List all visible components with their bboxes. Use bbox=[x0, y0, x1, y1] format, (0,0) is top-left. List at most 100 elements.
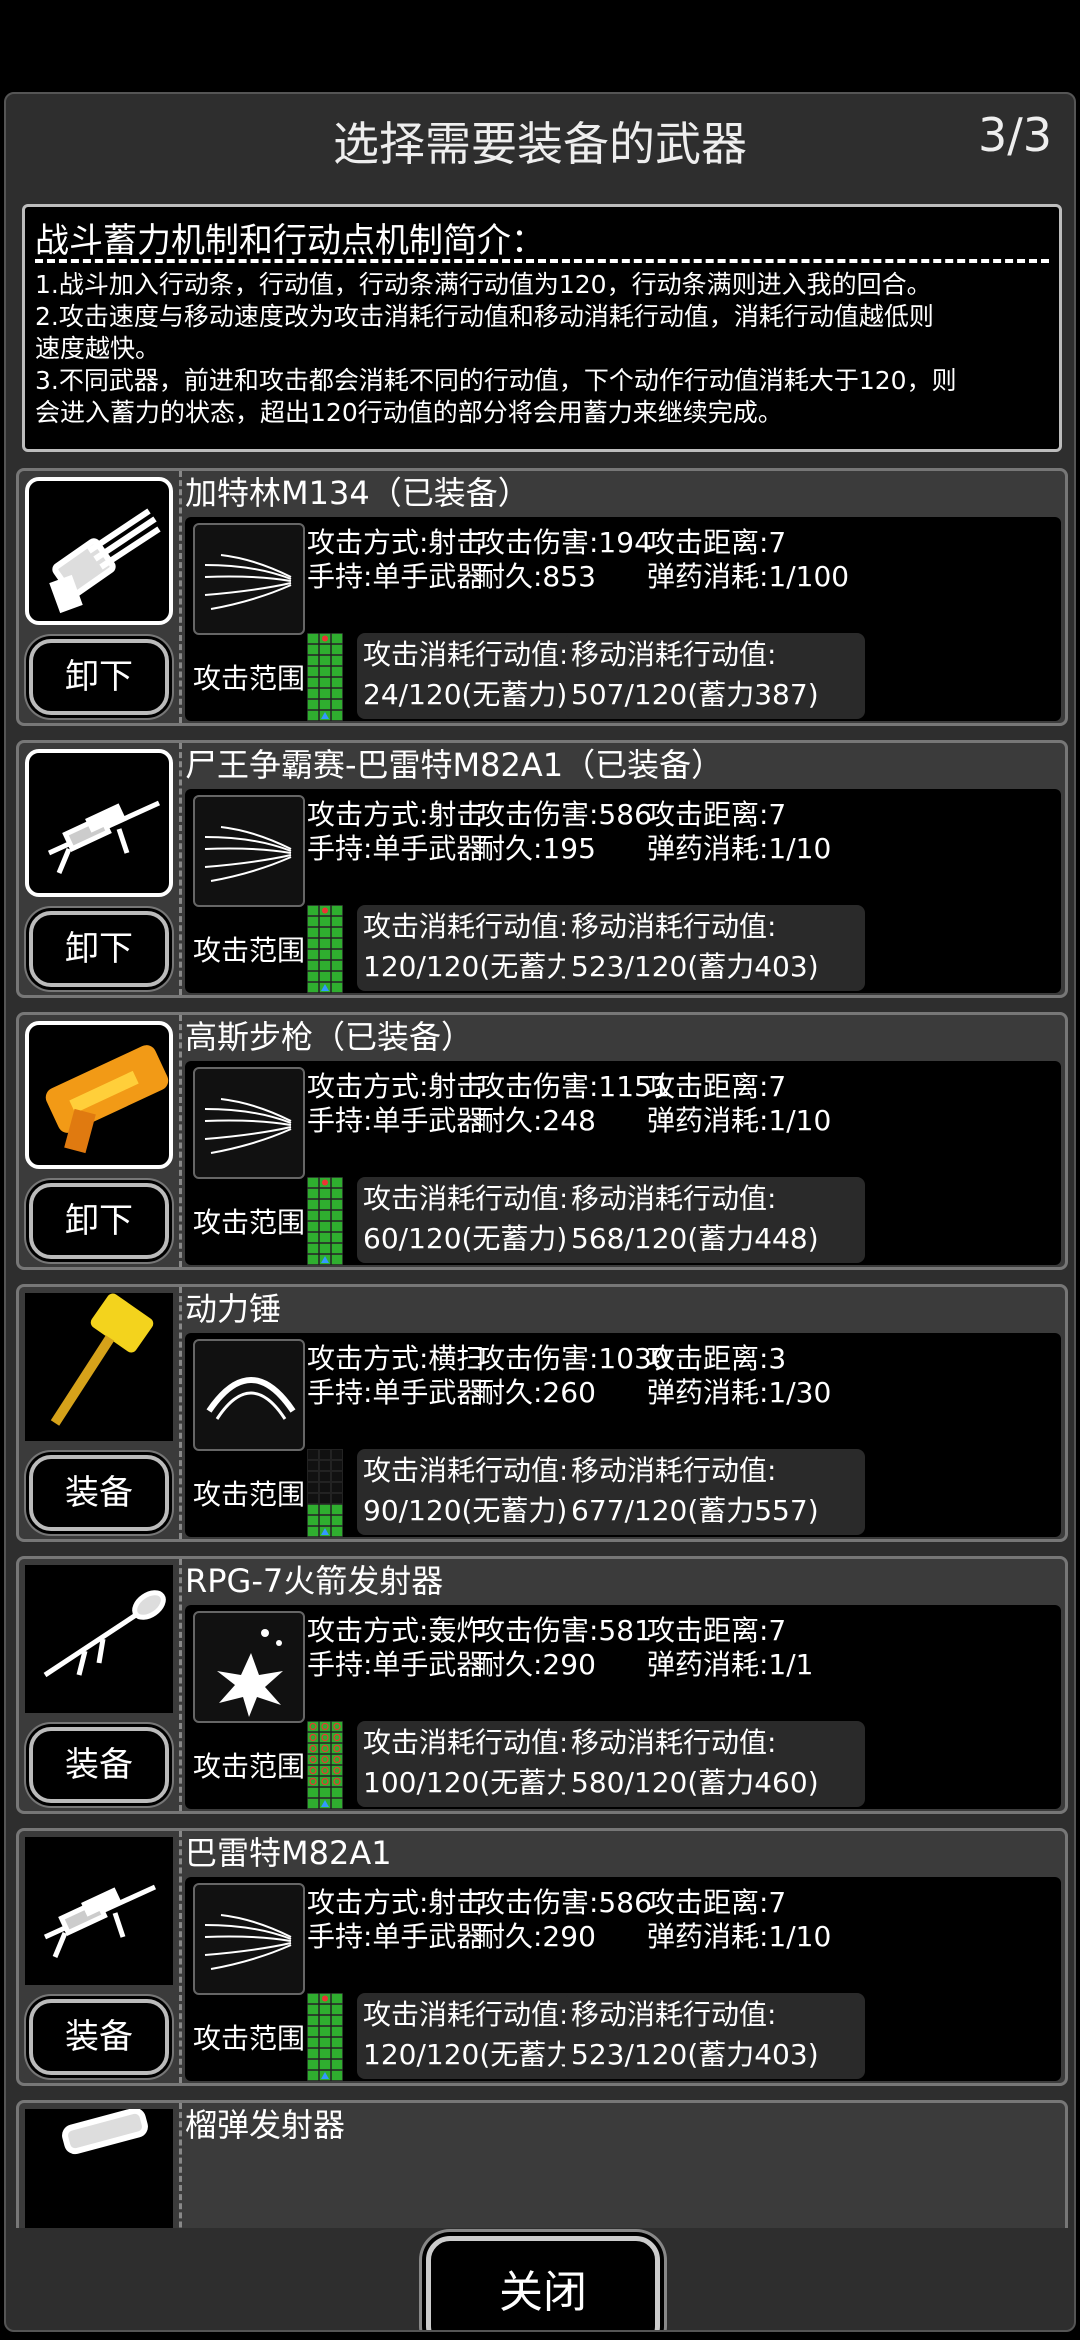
weapon-item[interactable]: 卸下 尸王争霸赛-巴雷特M82A1（已装备） 攻击方式:射击 攻击伤害:586 … bbox=[16, 740, 1068, 998]
range-label: 攻击范围: bbox=[193, 1206, 315, 1239]
attack-skill-box bbox=[193, 1067, 305, 1179]
move-cost-value: 523/120(蓄力403) bbox=[571, 2038, 819, 2071]
attack-skill-box bbox=[193, 523, 305, 635]
range-grid bbox=[307, 1177, 343, 1265]
weapon-stats: 攻击方式:射击 攻击伤害:1151 攻击距离:7 手持:单手武器 耐久:248 … bbox=[185, 1061, 1061, 1265]
weapon-icon-box[interactable] bbox=[25, 477, 173, 625]
shoot-icon bbox=[204, 826, 292, 882]
weapon-icon-box[interactable] bbox=[25, 749, 173, 897]
divider bbox=[179, 1831, 182, 2083]
ammo-cost: 弹药消耗:1/10 bbox=[647, 1920, 832, 1953]
grenade-launcher-icon bbox=[62, 2109, 148, 2155]
equip-button[interactable]: 装备 bbox=[29, 1999, 169, 2075]
durability: 耐久:248 bbox=[477, 1104, 596, 1137]
weapon-icon-box[interactable] bbox=[25, 1021, 173, 1169]
divider bbox=[179, 1559, 182, 1811]
intro-line: 3.不同武器，前进和攻击都会消耗不同的行动值，下个动作行动值消耗大于120，则 bbox=[35, 366, 957, 395]
intro-title: 战斗蓄力机制和行动点机制简介： bbox=[35, 221, 545, 261]
hold-type: 手持:单手武器 bbox=[307, 832, 485, 865]
ammo-cost: 弹药消耗:1/100 bbox=[647, 560, 850, 593]
intro-line: 会进入蓄力的状态，超出120行动值的部分将会用蓄力来继续完成。 bbox=[35, 398, 783, 427]
equip-button[interactable]: 装备 bbox=[29, 1455, 169, 1531]
weapon-item[interactable]: 装备 动力锤 攻击方式:横扫 攻击伤害:1030 攻击距离:3 手持:单手武器 … bbox=[16, 1284, 1068, 1542]
weapon-icon-box[interactable] bbox=[25, 1837, 173, 1985]
move-cost-value: 507/120(蓄力387) bbox=[571, 678, 819, 711]
weapon-name: 加特林M134（已装备） bbox=[185, 474, 530, 512]
divider bbox=[179, 1287, 182, 1539]
weapon-stats: 攻击方式:射击 攻击伤害:586 攻击距离:7 手持:单手武器 耐久:290 弹… bbox=[185, 1877, 1061, 2081]
move-cost-box: 移动消耗行动值: 523/120(蓄力403) bbox=[565, 905, 865, 991]
dialog-header: 选择需要装备的武器 3/3 bbox=[6, 94, 1074, 184]
move-cost-title: 移动消耗行动值: bbox=[571, 1726, 777, 1759]
intro-line: 1.战斗加入行动条，行动值，行动条满行动值为120，行动条满则进入我的回合。 bbox=[35, 270, 932, 299]
ammo-cost: 弹药消耗:1/10 bbox=[647, 832, 832, 865]
gatling-icon bbox=[49, 508, 161, 614]
shoot-icon bbox=[204, 1098, 292, 1154]
shoot-icon bbox=[204, 1914, 292, 1970]
unequip-button[interactable]: 卸下 bbox=[29, 639, 169, 715]
weapon-item[interactable]: 卸下 加特林M134（已装备） 攻击方式:射击 攻击伤害:194 攻击距离:7 … bbox=[16, 468, 1068, 726]
move-cost-title: 移动消耗行动值: bbox=[571, 1454, 777, 1487]
weapon-name: 动力锤 bbox=[185, 1290, 282, 1328]
weapon-stats: 攻击方式:轰炸 攻击伤害:581 攻击距离:7 手持:单手武器 耐久:290 弹… bbox=[185, 1605, 1061, 1809]
intro-line: 速度越快。 bbox=[35, 334, 161, 363]
weapon-item[interactable]: 卸下 高斯步枪（已装备） 攻击方式:射击 攻击伤害:1151 攻击距离:7 手持… bbox=[16, 1012, 1068, 1270]
range-grid bbox=[307, 633, 343, 721]
intro-line: 2.攻击速度与移动速度改为攻击消耗行动值和移动消耗行动值，消耗行动值越低则 bbox=[35, 302, 934, 331]
attack-skill-box bbox=[193, 1883, 305, 1995]
move-cost-box: 移动消耗行动值: 523/120(蓄力403) bbox=[565, 1993, 865, 2079]
move-cost-box: 移动消耗行动值: 507/120(蓄力387) bbox=[565, 633, 865, 719]
durability: 耐久:290 bbox=[477, 1920, 596, 1953]
page-indicator: 3/3 bbox=[977, 108, 1052, 162]
range-label: 攻击范围: bbox=[193, 662, 315, 695]
weapon-stats: 攻击方式:射击 攻击伤害:194 攻击距离:7 手持:单手武器 耐久:853 弹… bbox=[185, 517, 1061, 721]
hold-type: 手持:单手武器 bbox=[307, 1648, 485, 1681]
mechanics-intro-box: 战斗蓄力机制和行动点机制简介： 1.战斗加入行动条，行动值，行动条满行动值为12… bbox=[22, 204, 1062, 452]
durability: 耐久:260 bbox=[477, 1376, 596, 1409]
divider bbox=[179, 2103, 182, 2228]
sniper-rifle-icon bbox=[43, 1884, 157, 1958]
power-hammer-icon bbox=[50, 1293, 154, 1426]
gauss-rifle-icon bbox=[45, 1045, 169, 1154]
weapon-name: 榴弹发射器 bbox=[185, 2106, 346, 2144]
durability: 耐久:853 bbox=[477, 560, 596, 593]
weapon-item[interactable]: 榴弹发射器 bbox=[16, 2100, 1068, 2228]
unequip-button[interactable]: 卸下 bbox=[29, 1183, 169, 1259]
weapon-item[interactable]: 装备 RPG-7火箭发射器 攻击方式:轰炸 攻击伤害:581 攻击距离:7 手持… bbox=[16, 1556, 1068, 1814]
hold-type: 手持:单手武器 bbox=[307, 560, 485, 593]
weapon-item[interactable]: 装备 巴雷特M82A1 攻击方式:射击 攻击伤害:586 攻击距离:7 手持:单… bbox=[16, 1828, 1068, 2086]
close-button[interactable]: 关闭 bbox=[426, 2236, 660, 2330]
sniper-rifle-icon bbox=[47, 800, 161, 874]
move-cost-value: 568/120(蓄力448) bbox=[571, 1222, 819, 1255]
unequip-button[interactable]: 卸下 bbox=[29, 911, 169, 987]
range-label: 攻击范围: bbox=[193, 1478, 315, 1511]
move-cost-value: 523/120(蓄力403) bbox=[571, 950, 819, 983]
explosion-icon bbox=[217, 1629, 283, 1717]
weapon-stats: 攻击方式:射击 攻击伤害:586 攻击距离:7 手持:单手武器 耐久:195 弹… bbox=[185, 789, 1061, 993]
move-cost-title: 移动消耗行动值: bbox=[571, 1998, 777, 2031]
shoot-icon bbox=[204, 554, 292, 610]
weapon-icon-box[interactable] bbox=[25, 1565, 173, 1713]
weapon-icon-box[interactable] bbox=[25, 1293, 173, 1441]
durability: 耐久:290 bbox=[477, 1648, 596, 1681]
weapon-list[interactable]: 卸下 加特林M134（已装备） 攻击方式:射击 攻击伤害:194 攻击距离:7 … bbox=[16, 468, 1068, 2228]
weapon-icon-box[interactable] bbox=[25, 2109, 173, 2228]
durability: 耐久:195 bbox=[477, 832, 596, 865]
dialog-title: 选择需要装备的武器 bbox=[333, 117, 747, 171]
weapon-name: 巴雷特M82A1 bbox=[185, 1834, 392, 1872]
divider bbox=[179, 743, 182, 995]
equip-button[interactable]: 装备 bbox=[29, 1727, 169, 1803]
sweep-icon bbox=[206, 1377, 296, 1420]
range-grid bbox=[307, 1993, 343, 2081]
attack-skill-box bbox=[193, 1339, 305, 1451]
move-cost-title: 移动消耗行动值: bbox=[571, 910, 777, 943]
move-cost-value: 580/120(蓄力460) bbox=[571, 1766, 819, 1799]
move-cost-title: 移动消耗行动值: bbox=[571, 1182, 777, 1215]
range-label: 攻击范围: bbox=[193, 1750, 315, 1783]
move-cost-title: 移动消耗行动值: bbox=[571, 638, 777, 671]
range-grid bbox=[307, 1449, 343, 1537]
move-cost-box: 移动消耗行动值: 677/120(蓄力557) bbox=[565, 1449, 865, 1535]
rocket-launcher-icon bbox=[43, 1590, 166, 1678]
attack-skill-box bbox=[193, 1611, 305, 1723]
move-cost-value: 677/120(蓄力557) bbox=[571, 1494, 819, 1527]
